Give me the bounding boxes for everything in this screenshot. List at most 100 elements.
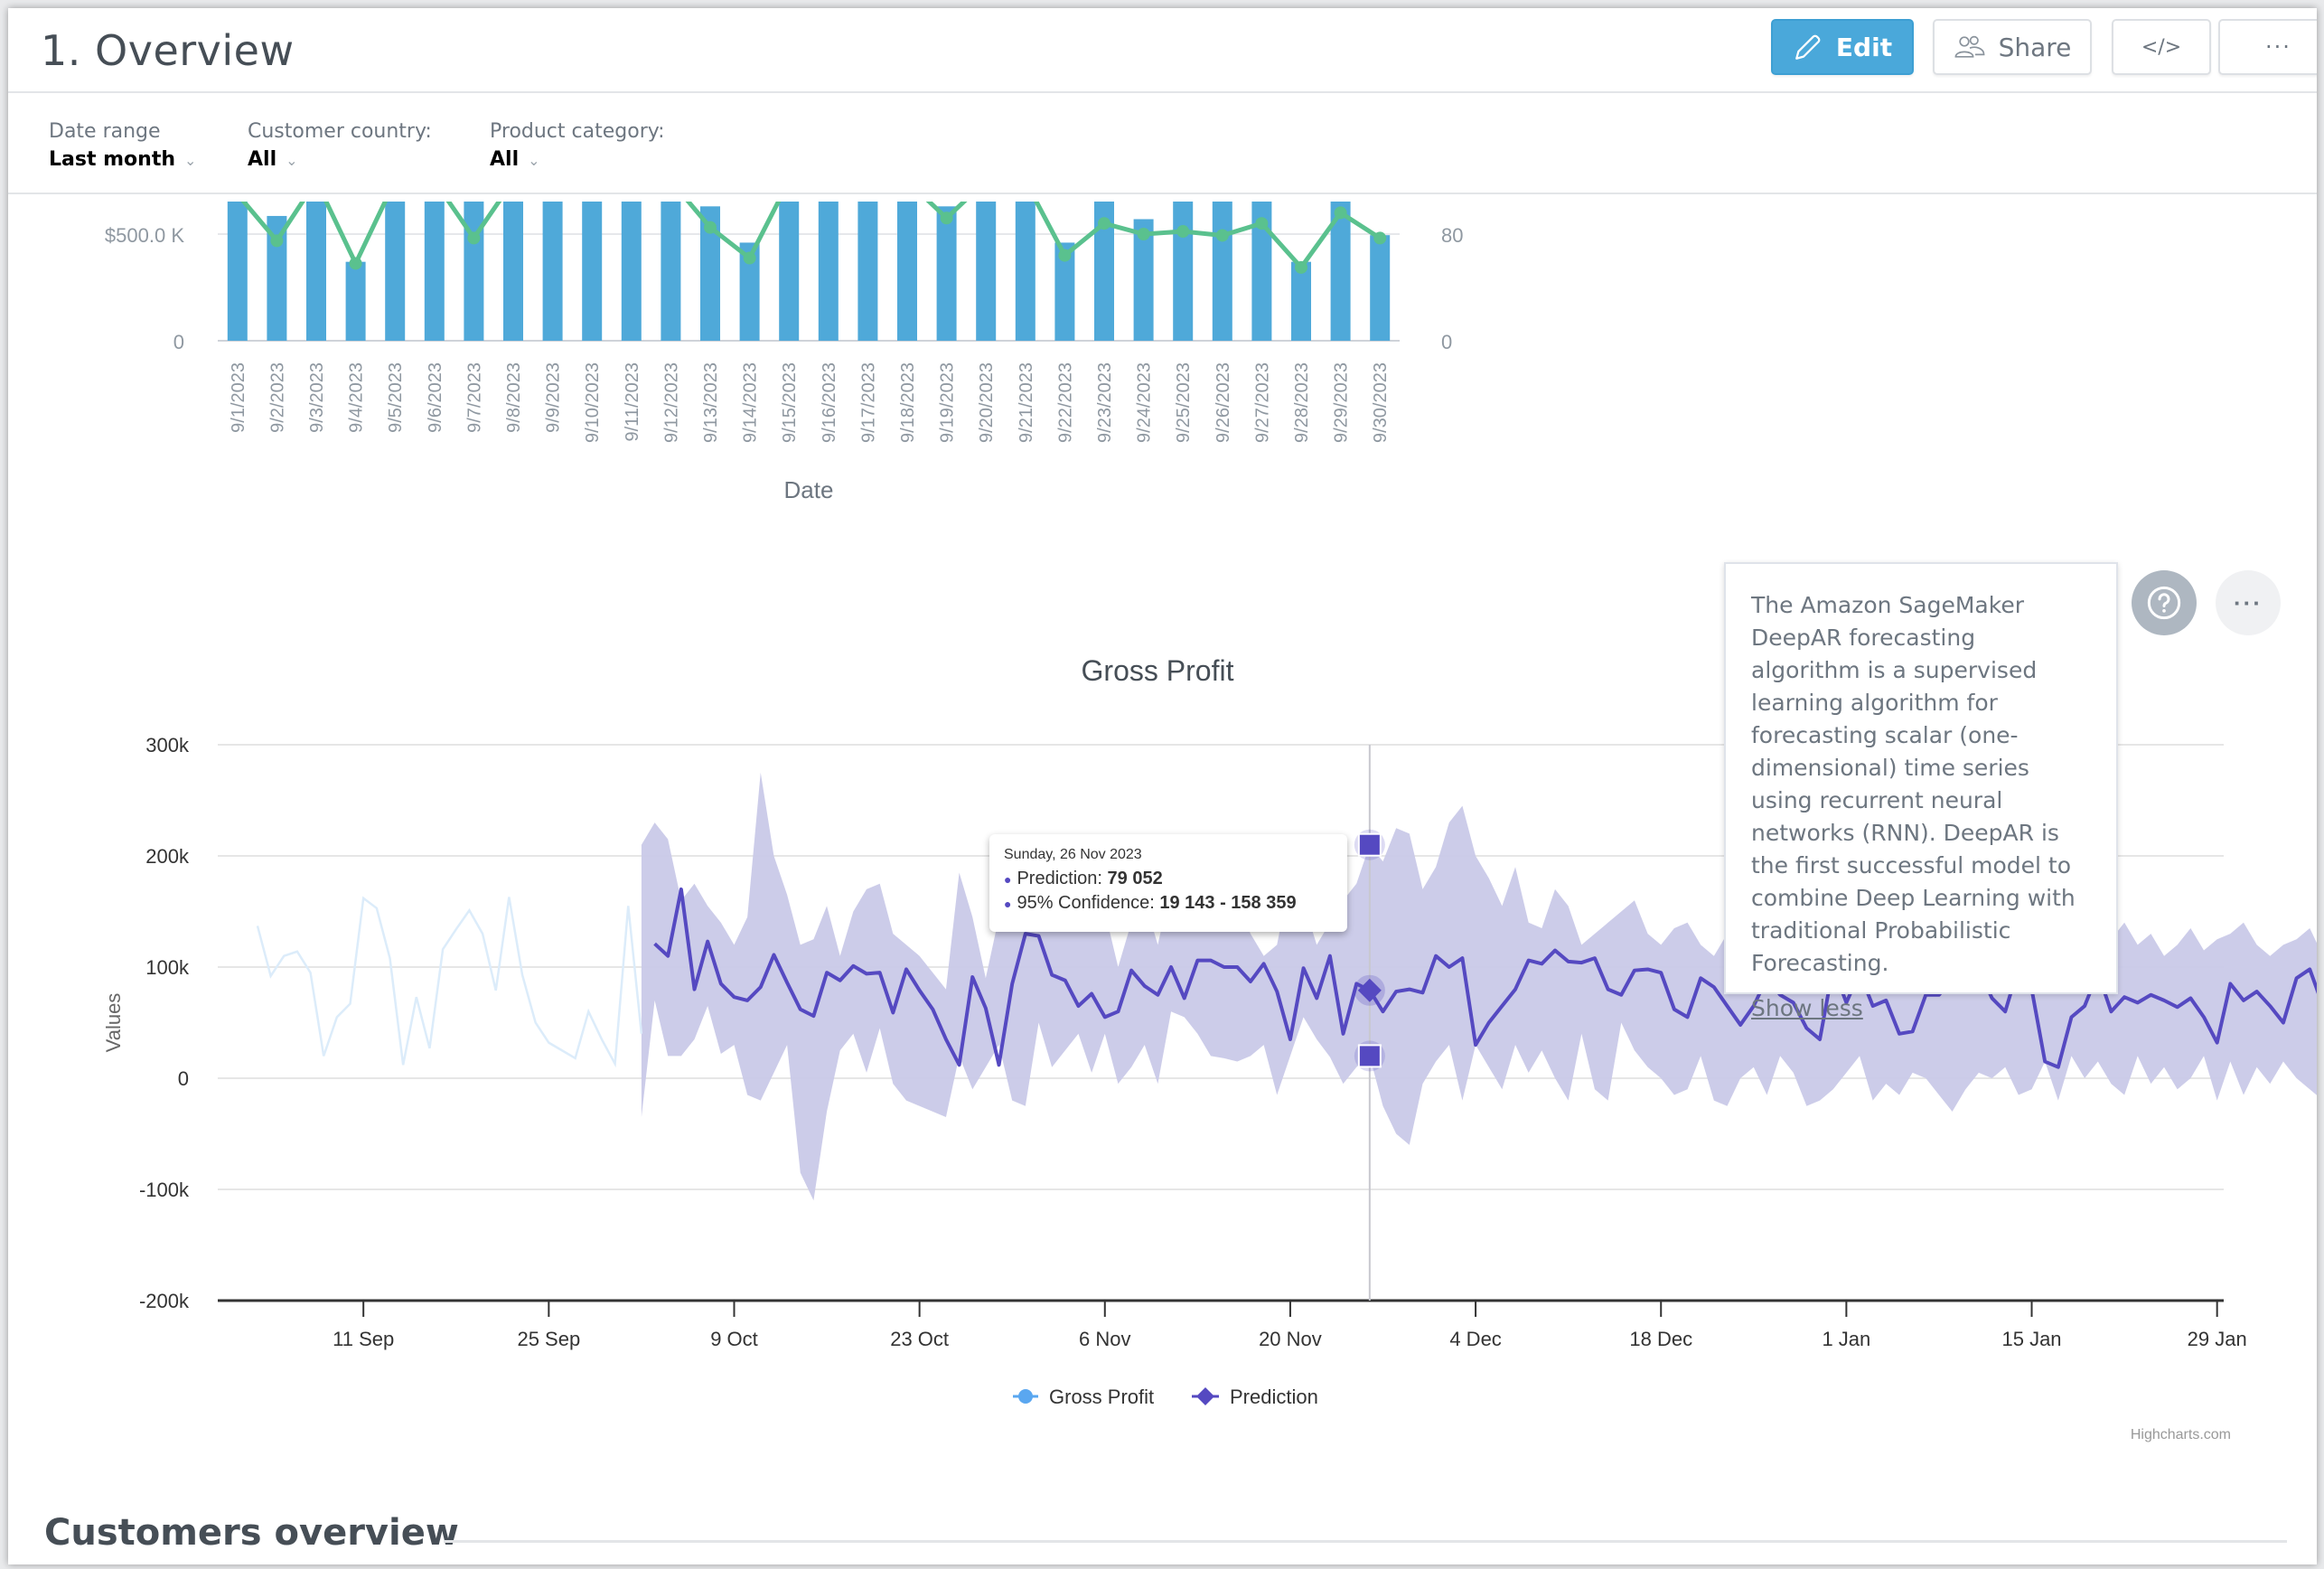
gross-profit-line	[256, 896, 643, 1068]
x-tick-label: 9/5/2023	[386, 362, 406, 433]
ellipsis-icon: ···	[2265, 34, 2291, 60]
x-tick-label: 25 Sep	[517, 1328, 580, 1350]
bar	[621, 202, 642, 341]
chart-tooltip: Sunday, 26 Nov 2023 ● Prediction: 79 052 …	[989, 834, 1347, 932]
filter-value: Last month	[49, 148, 176, 171]
chevron-down-icon: ⌄	[528, 152, 540, 169]
bar	[976, 202, 997, 341]
bar	[1251, 202, 1272, 341]
page-title: 1. Overview	[41, 26, 295, 75]
line-point	[231, 194, 244, 201]
left-axis-tick: $500.0 K	[105, 224, 184, 247]
filter-value: All	[248, 148, 277, 171]
question-circle-icon	[2147, 586, 2181, 620]
x-tick-label: 9/26/2023	[1214, 362, 1233, 443]
more-options-button[interactable]: ···	[2218, 19, 2317, 75]
legend-prediction-label: Prediction	[1230, 1386, 1318, 1408]
section-title: Customers overview	[44, 1512, 459, 1554]
filter-product-category[interactable]: Product category: All ⌄	[490, 120, 665, 171]
line-point	[1334, 206, 1347, 220]
bar	[1015, 202, 1035, 341]
line-point	[704, 221, 717, 234]
tooltip-confidence-value: 19 143 - 158 359	[1159, 893, 1297, 913]
bar	[1212, 202, 1232, 341]
legend-gross-profit-symbol	[1018, 1389, 1033, 1404]
line-point	[940, 211, 953, 225]
bar	[464, 202, 484, 341]
code-icon: </>	[2141, 35, 2182, 59]
embed-code-button[interactable]: </>	[2112, 19, 2211, 75]
x-tick-label: 9/8/2023	[504, 362, 524, 433]
chevron-down-icon: ⌄	[286, 152, 298, 169]
x-tick-label: 9/1/2023	[229, 362, 248, 433]
bar	[345, 261, 366, 341]
filter-label: Date range	[49, 120, 161, 143]
x-tick-label: 9/23/2023	[1095, 362, 1115, 443]
line-point	[1373, 231, 1387, 245]
bar	[818, 202, 839, 341]
y-tick-label: 200k	[145, 845, 190, 868]
filter-customer-country[interactable]: Customer country: All ⌄	[248, 120, 432, 171]
x-tick-label: 9/20/2023	[977, 362, 997, 443]
x-tick-label: 9/18/2023	[898, 362, 918, 443]
bar	[897, 202, 917, 341]
bar	[227, 202, 248, 341]
edit-button-label: Edit	[1835, 32, 1893, 62]
right-axis-tick: 80	[1441, 224, 1463, 247]
tooltip-prediction-label: Prediction:	[1017, 869, 1108, 888]
edit-button[interactable]: Edit	[1771, 19, 1914, 75]
plot-area	[227, 194, 1391, 341]
filter-date-range[interactable]: Date range Last month ⌄	[49, 120, 196, 171]
x-tick-label: 9/29/2023	[1332, 362, 1352, 443]
x-tick-label: 9/10/2023	[583, 362, 603, 443]
revenue-bar-chart: $500.0 K 0 80 0 9/1/2023 9/2/2023 9/3/2023 9/4/…	[105, 194, 1463, 503]
x-tick-label: 9/24/2023	[1135, 362, 1155, 443]
x-tick-label: 9/12/2023	[661, 362, 681, 443]
pencil-icon	[1795, 34, 1821, 60]
y-tick-label: 300k	[145, 734, 190, 756]
tooltip-confidence-row: ● 95% Confidence: 19 143 - 158 359	[1004, 893, 1333, 914]
x-tick-label: 20 Nov	[1259, 1328, 1322, 1350]
line-point	[1137, 228, 1150, 240]
x-tick-label: 9/22/2023	[1055, 362, 1075, 443]
line-point	[1176, 225, 1190, 239]
x-tick-label: 9/9/2023	[544, 362, 564, 433]
share-button[interactable]: Share	[1933, 19, 2092, 75]
popover-text: The Amazon SageMaker DeepAR forecasting …	[1751, 592, 2076, 976]
dashboard-frame: 1. Overview Edit Share </> ··· Date rang…	[8, 8, 2317, 1564]
line-point	[1295, 260, 1307, 274]
line-point	[1215, 229, 1229, 242]
x-tick-label: 9/30/2023	[1371, 362, 1391, 443]
line-point	[1255, 217, 1269, 230]
help-button[interactable]	[2132, 570, 2197, 635]
description-popover: The Amazon SageMaker DeepAR forecasting …	[1724, 562, 2118, 1021]
dashboard-header: 1. Overview Edit Share </> ···	[8, 8, 2317, 93]
x-tick-label: 9/28/2023	[1292, 362, 1312, 443]
filter-label: Product category:	[490, 120, 665, 143]
bar	[542, 202, 563, 341]
bar	[503, 202, 523, 341]
line-point	[467, 231, 481, 245]
users-icon	[1954, 35, 1985, 58]
bar	[1173, 202, 1194, 341]
y-axis-title: Values	[102, 993, 125, 1053]
y-tick-label: 0	[178, 1067, 189, 1090]
x-tick-label: 4 Dec	[1449, 1328, 1501, 1350]
widget-options-button[interactable]: ···	[2216, 570, 2281, 635]
y-tick-label: -200k	[139, 1290, 190, 1312]
x-tick-label: 9/2/2023	[267, 362, 287, 433]
line-point	[270, 234, 284, 248]
bar	[779, 202, 800, 341]
show-less-link[interactable]: Show less	[1751, 992, 2091, 1025]
credits-link: Highcharts.com	[2131, 1427, 2231, 1442]
line-point	[349, 257, 362, 270]
confidence-marker	[1357, 1044, 1382, 1068]
x-tick-label: 9/25/2023	[1174, 362, 1194, 443]
series-dot-icon: ●	[1004, 871, 1012, 887]
filter-value: All	[490, 148, 520, 171]
bar	[385, 202, 406, 341]
chart-title: Gross Profit	[1082, 654, 1234, 687]
x-tick-label: 9/7/2023	[464, 362, 484, 433]
line-point	[743, 251, 756, 265]
tooltip-date: Sunday, 26 Nov 2023	[1004, 847, 1142, 862]
